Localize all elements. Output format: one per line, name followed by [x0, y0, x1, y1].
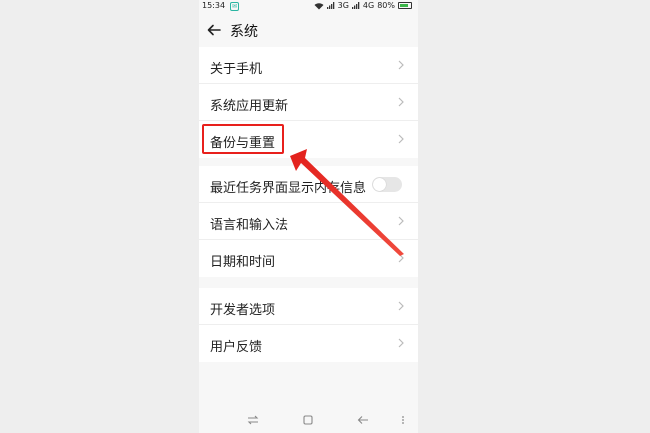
settings-row-developer-options[interactable]: 开发者选项 [199, 288, 418, 325]
settings-row-label: 语言和输入法 [210, 218, 289, 233]
signal-icon-2 [351, 2, 360, 9]
app-notification-icon: ✉ [230, 2, 239, 11]
toggle-knob [373, 178, 386, 191]
status-indicators: 3G 4G 80% [314, 1, 412, 10]
settings-row-label: 关于手机 [210, 62, 263, 77]
settings-row-system-app-update[interactable]: 系统应用更新 [199, 84, 418, 121]
settings-row-date-time[interactable]: 日期和时间 [199, 240, 418, 277]
back-arrow-icon[interactable] [207, 23, 221, 37]
battery-icon [398, 2, 412, 9]
highlight-box [202, 124, 284, 154]
wifi-icon [314, 2, 324, 10]
status-time: 15:34 [202, 1, 226, 10]
battery-percent: 80% [377, 1, 395, 10]
status-bar: 15:34 ✉ 3G 4G 80% [199, 0, 418, 13]
chevron-right-icon [398, 301, 404, 311]
chevron-right-icon [398, 253, 404, 263]
more-dots-icon[interactable] [400, 414, 406, 426]
settings-row-about-phone[interactable]: 关于手机 [199, 47, 418, 84]
battery-fill [400, 4, 408, 7]
settings-row-memory-info[interactable]: 最近任务界面显示内存信息 [199, 166, 418, 203]
settings-group-2: 最近任务界面显示内存信息 语言和输入法 日期和时间 [199, 166, 418, 277]
settings-row-label: 最近任务界面显示内存信息 [210, 181, 367, 196]
phone-screen: 15:34 ✉ 3G 4G 80% 系统 关于手机 系统应用更新 备份与重置 最… [199, 0, 418, 433]
settings-row-label: 系统应用更新 [210, 99, 289, 114]
chevron-right-icon [398, 97, 404, 107]
memory-info-toggle[interactable] [372, 177, 402, 192]
chevron-right-icon [398, 134, 404, 144]
signal-icon [326, 2, 334, 9]
chevron-right-icon [398, 338, 404, 348]
chevron-right-icon [398, 60, 404, 70]
page-title: 系统 [230, 24, 258, 40]
title-bar: 系统 [199, 13, 418, 47]
settings-row-label: 用户反馈 [210, 340, 263, 355]
network-type-label: 3G [337, 1, 349, 10]
settings-row-user-feedback[interactable]: 用户反馈 [199, 325, 418, 362]
switch-apps-icon[interactable] [247, 414, 259, 426]
chevron-right-icon [398, 216, 404, 226]
home-square-icon[interactable] [302, 414, 314, 426]
back-icon[interactable] [357, 414, 369, 426]
settings-row-label: 日期和时间 [210, 255, 276, 270]
navigation-bar [199, 405, 418, 433]
settings-row-label: 开发者选项 [210, 303, 276, 318]
settings-group-3: 开发者选项 用户反馈 [199, 288, 418, 362]
settings-row-language-input[interactable]: 语言和输入法 [199, 203, 418, 240]
network-type-label-2: 4G [362, 1, 375, 10]
